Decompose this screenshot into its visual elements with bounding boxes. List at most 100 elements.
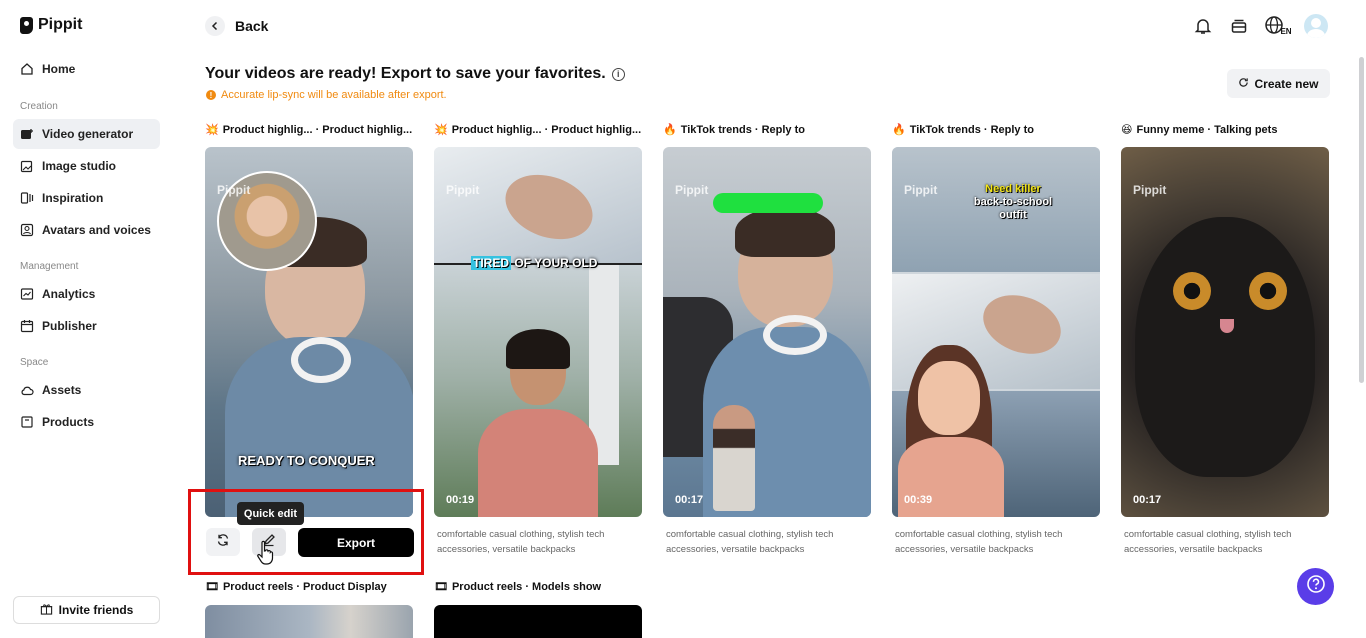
- sidebar-item-image-studio[interactable]: Image studio: [13, 151, 160, 181]
- laughing-icon: 😆: [1121, 124, 1133, 136]
- calendar-icon: [20, 319, 34, 333]
- video-thumbnail[interactable]: Pippit 00:17: [1121, 147, 1329, 517]
- card-title-text: Product reels · Models show: [451, 580, 602, 593]
- refresh-icon: [1238, 77, 1249, 91]
- lip-sync-notice: ! Accurate lip-sync will be available af…: [206, 89, 447, 101]
- app-root: Pippit Home Creation Video generator Ima…: [0, 0, 1366, 638]
- card-title: 🎞 Product reels · Models show: [434, 580, 602, 594]
- watermark: Pippit: [1133, 183, 1167, 197]
- info-icon[interactable]: i: [611, 67, 625, 81]
- watermark: Pippit: [446, 183, 480, 197]
- caption-line-1: Need killer: [985, 183, 1041, 195]
- card-title: 💥 Product highlig... · Product highlig..…: [205, 123, 413, 137]
- watermark: Pippit: [904, 183, 938, 197]
- section-space: Space: [20, 357, 49, 368]
- woman-dress: [478, 409, 598, 517]
- notification-bell-icon[interactable]: [1192, 15, 1214, 37]
- video-plus-icon: [20, 127, 34, 141]
- invite-friends-button[interactable]: Invite friends: [13, 596, 160, 624]
- sidebar-item-label: Inspiration: [42, 191, 104, 205]
- gift-icon: [40, 602, 53, 618]
- video-duration: 00:19: [446, 494, 475, 506]
- sidebar-item-inspiration[interactable]: Inspiration: [13, 183, 160, 213]
- video-description: comfortable casual clothing, stylish tec…: [895, 529, 1063, 555]
- invite-friends-label: Invite friends: [58, 603, 134, 617]
- sidebar: Pippit Home Creation Video generator Ima…: [0, 0, 172, 638]
- create-new-label: Create new: [1254, 76, 1319, 91]
- sparkle-icon: 💥: [205, 124, 219, 136]
- video-thumbnail[interactable]: Pippit 00:17: [663, 147, 871, 517]
- back-button[interactable]: Back: [205, 16, 268, 36]
- card-title-text: TikTok trends · Reply to: [909, 123, 1034, 136]
- cat-body: [1135, 217, 1315, 477]
- highlight-box: [188, 489, 424, 575]
- warning-icon: !: [206, 90, 216, 100]
- small-presenter: [713, 405, 755, 511]
- help-button[interactable]: [1297, 568, 1334, 605]
- woman-hair: [506, 329, 570, 369]
- video-thumbnail[interactable]: [205, 605, 413, 638]
- video-thumbnail[interactable]: Pippit Need killer back-to-school outfit…: [892, 147, 1100, 517]
- film-icon: 🎞: [205, 581, 219, 593]
- video-thumbnail[interactable]: Pippit TIRED OF YOUR OLD 00:19: [434, 147, 642, 517]
- cat-tongue: [1220, 319, 1234, 333]
- card-title: 💥 Product highlig... · Product highlig..…: [434, 123, 642, 137]
- hand-cursor-icon: [256, 540, 276, 571]
- video-thumbnail[interactable]: Pippit READY TO CONQUER: [205, 147, 413, 517]
- sidebar-item-avatars-and-voices[interactable]: Avatars and voices: [13, 215, 160, 245]
- video-duration: 00:39: [904, 494, 933, 506]
- sidebar-item-label: Assets: [42, 383, 82, 397]
- sidebar-item-video-generator[interactable]: Video generator: [13, 119, 160, 149]
- video-caption: TIRED OF YOUR OLD: [471, 256, 597, 270]
- card-title: 🔥 TikTok trends · Reply to: [663, 123, 805, 137]
- sidebar-item-publisher[interactable]: Publisher: [13, 311, 160, 341]
- app-logo[interactable]: Pippit: [20, 16, 82, 34]
- image-plus-icon: [20, 159, 34, 173]
- watermark: Pippit: [675, 183, 709, 197]
- avatar-icon: [20, 223, 34, 237]
- card-title-text: Product reels · Product Display: [222, 580, 387, 593]
- create-new-button[interactable]: Create new: [1227, 69, 1330, 98]
- top-toolbar: EN: [1192, 14, 1328, 38]
- notice-text: Accurate lip-sync will be available afte…: [221, 89, 447, 101]
- sparkle-icon: 💥: [434, 124, 448, 136]
- sidebar-item-label: Home: [42, 62, 76, 76]
- section-management: Management: [20, 261, 79, 272]
- video-thumbnail[interactable]: [434, 605, 642, 638]
- page-title-text: Your videos are ready! Export to save yo…: [205, 65, 606, 82]
- sidebar-item-label: Publisher: [42, 319, 97, 333]
- video-description: comfortable casual clothing, stylish tec…: [437, 529, 605, 555]
- video-duration: 00:17: [675, 494, 704, 506]
- page-scrollbar[interactable]: [1359, 57, 1364, 383]
- back-label: Back: [235, 18, 269, 34]
- caption-line-3: outfit: [999, 209, 1027, 221]
- cloud-icon: [20, 383, 34, 397]
- sidebar-item-label: Video generator: [42, 127, 134, 141]
- sidebar-item-analytics[interactable]: Analytics: [13, 279, 160, 309]
- box-icon: [20, 415, 34, 429]
- card-title: 😆 Funny meme · Talking pets: [1121, 123, 1278, 137]
- card-title-text: Product highlig... · Product highlig...: [451, 123, 642, 136]
- person-hair: [735, 207, 835, 257]
- user-avatar[interactable]: [1304, 14, 1328, 38]
- card-title-text: Funny meme · Talking pets: [1136, 123, 1278, 136]
- inspiration-icon: [20, 191, 34, 205]
- home-icon: [20, 62, 34, 76]
- cat-eye-right: [1249, 272, 1287, 310]
- sidebar-item-home[interactable]: Home: [13, 54, 160, 84]
- sidebar-item-label: Products: [42, 415, 95, 429]
- card-title-text: Product highlig... · Product highlig...: [222, 123, 413, 136]
- sidebar-item-products[interactable]: Products: [13, 407, 160, 437]
- video-duration: 00:17: [1133, 494, 1162, 506]
- fire-icon: 🔥: [663, 124, 677, 136]
- headphones: [763, 315, 827, 355]
- chevron-left-icon: [205, 16, 225, 36]
- card-title: 🎞 Product reels · Product Display: [205, 580, 387, 594]
- stack-icon[interactable]: [1228, 15, 1250, 37]
- language-globe-icon[interactable]: EN: [1264, 15, 1292, 37]
- sidebar-item-label: Image studio: [42, 159, 117, 173]
- card-title-text: TikTok trends · Reply to: [680, 123, 805, 136]
- fire-icon: 🔥: [892, 124, 906, 136]
- headphones: [291, 337, 351, 383]
- sidebar-item-assets[interactable]: Assets: [13, 375, 160, 405]
